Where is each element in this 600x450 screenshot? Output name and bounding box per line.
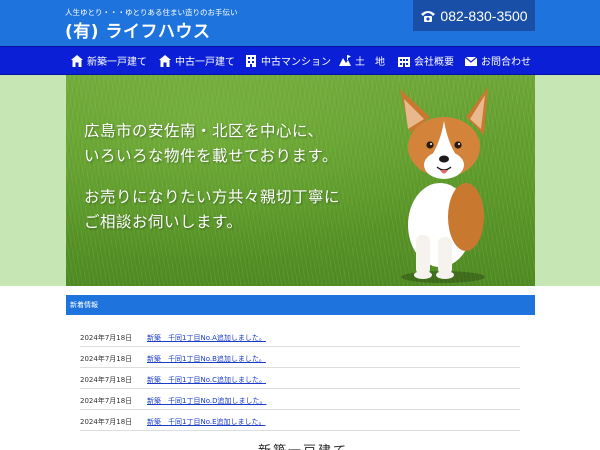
house-icon <box>159 54 171 67</box>
nav-new-house[interactable]: 新築一戸建て <box>70 47 147 74</box>
news-link[interactable]: 新築 千同1丁目No.C追加しました。 <box>147 375 266 385</box>
news-date: 2024年7月18日 <box>80 334 133 342</box>
news-item: 2024年7月18日 新築 千同1丁目No.A追加しました。 <box>80 326 520 347</box>
news-date: 2024年7月18日 <box>80 397 133 405</box>
news-item: 2024年7月18日 新築 千同1丁目No.B追加しました。 <box>80 347 520 368</box>
nav-label-contact: お問合わせ <box>481 57 531 68</box>
site-header: 人生ゆとり・・・ゆとりある住まい造りのお手伝い (有) ライフハウス 082-8… <box>0 0 600 46</box>
site-logo[interactable]: (有) ライフハウス <box>65 17 210 42</box>
phone-number: 082-830-3500 <box>440 7 528 24</box>
news-item: 2024年7月18日 新築 千同1丁目No.E追加しました。 <box>80 410 520 431</box>
news-link[interactable]: 新築 千同1丁目No.D追加しました。 <box>147 396 266 406</box>
nav-label-used-mansion: 中古マンション <box>261 57 331 68</box>
news-date: 2024年7月18日 <box>80 418 133 426</box>
news-date: 2024年7月18日 <box>80 376 133 384</box>
nav-label-company: 会社概要 <box>414 57 454 68</box>
hero-text-line: ご相談お伺いします。 <box>84 213 243 231</box>
section-title: 新築一戸建て <box>258 440 348 450</box>
nav-company[interactable]: 会社概要 <box>397 47 454 74</box>
hero-text-line: いろいろな物件を載せております。 <box>84 147 338 165</box>
news-item: 2024年7月18日 新築 千同1丁目No.D追加しました。 <box>80 389 520 410</box>
nav-label-land: 土 地 <box>355 57 385 68</box>
mail-icon <box>464 56 478 66</box>
news-heading: 新着情報 <box>66 295 535 315</box>
nav-land[interactable]: 土 地 <box>338 47 385 74</box>
news-item: 2024年7月18日 新築 千同1丁目No.C追加しました。 <box>80 368 520 389</box>
main-nav: 新築一戸建て 中古一戸建て 中古マンション 土 地 会社概要 お問合わせ <box>0 46 600 75</box>
office-icon <box>398 56 410 67</box>
corgi-dog-image <box>400 87 488 283</box>
nav-label-new-house: 新築一戸建て <box>87 57 147 68</box>
news-date: 2024年7月18日 <box>80 355 133 363</box>
hero-banner: 広島市の安佐南・北区を中心に、 いろいろな物件を載せております。 お売りになりた… <box>66 75 535 286</box>
nav-contact[interactable]: お問合わせ <box>464 47 531 74</box>
nav-used-mansion[interactable]: 中古マンション <box>244 47 331 74</box>
telephone-icon <box>421 10 436 22</box>
nav-label-used-house: 中古一戸建て <box>175 57 235 68</box>
news-link[interactable]: 新築 千同1丁目No.E追加しました。 <box>147 417 266 427</box>
house-icon <box>71 54 83 67</box>
building-icon <box>246 54 256 67</box>
hero-text-line: お売りになりたい方共々親切丁寧に <box>84 188 341 206</box>
phone-box[interactable]: 082-830-3500 <box>413 0 535 31</box>
nav-used-house[interactable]: 中古一戸建て <box>158 47 235 74</box>
news-link[interactable]: 新築 千同1丁目No.A追加しました。 <box>147 333 266 343</box>
news-link[interactable]: 新築 千同1丁目No.B追加しました。 <box>147 354 266 364</box>
land-icon <box>339 54 351 66</box>
hero-text-line: 広島市の安佐南・北区を中心に、 <box>84 122 324 140</box>
